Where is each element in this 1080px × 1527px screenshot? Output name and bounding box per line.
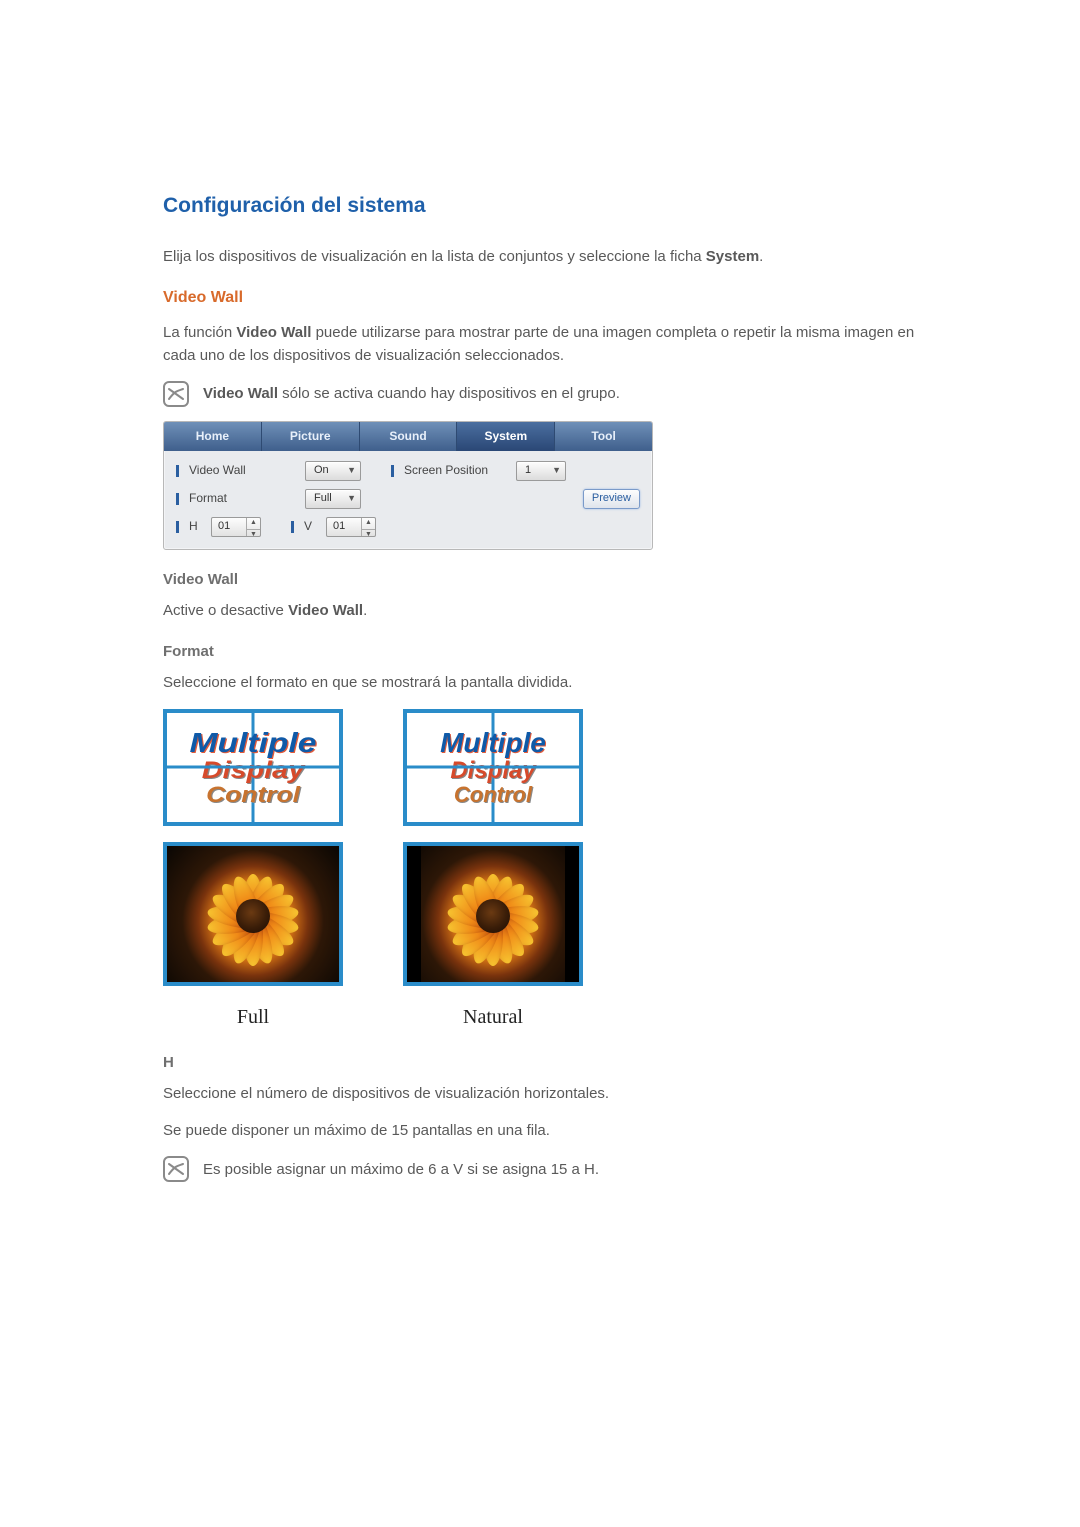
spinner-down-icon[interactable]: ▼ (362, 530, 375, 541)
system-panel-screenshot: Home Picture Sound System Tool Video Wal… (163, 421, 653, 550)
intro-text-a: Elija los dispositivos de visualización … (163, 248, 706, 265)
spinner-up-icon[interactable]: ▲ (247, 518, 260, 530)
preview-button[interactable]: Preview (583, 489, 640, 509)
page-heading: Configuración del sistema (163, 190, 920, 223)
label-screen-position: Screen Position (404, 461, 508, 480)
label-format: Format (189, 489, 297, 508)
spinner-v[interactable]: 01 ▲▼ (326, 517, 376, 537)
video-wall-description: La función Video Wall puede utilizarse p… (163, 321, 920, 368)
vw-p1-a: La función (163, 324, 236, 341)
intro-text-system: System (706, 248, 759, 265)
spinner-down-icon[interactable]: ▼ (247, 530, 260, 541)
dropdown-video-wall-value: On (314, 462, 329, 479)
subheading-format: Format (163, 640, 920, 663)
spinner-h[interactable]: 01 ▲▼ (211, 517, 261, 537)
label-h: H (189, 517, 203, 536)
tile-full-image (163, 842, 343, 986)
spinner-v-value: 01 (333, 518, 345, 535)
note1-rest: sólo se activa cuando hay dispositivos e… (278, 385, 620, 402)
tile-text-l2: Display (202, 758, 304, 783)
tab-picture[interactable]: Picture (262, 422, 360, 451)
dropdown-screen-position-value: 1 (525, 462, 531, 479)
field-marker-icon (176, 521, 179, 533)
intro-paragraph: Elija los dispositivos de visualización … (163, 245, 920, 268)
h-desc-1: Seleccione el número de dispositivos de … (163, 1082, 920, 1105)
field-marker-icon (291, 521, 294, 533)
tab-home[interactable]: Home (164, 422, 262, 451)
dropdown-video-wall[interactable]: On ▼ (305, 461, 361, 481)
tab-tool[interactable]: Tool (555, 422, 652, 451)
chevron-down-icon: ▼ (347, 464, 356, 478)
format-figure: Multiple Display Control Multiple Displa… (163, 709, 920, 1033)
tab-bar: Home Picture Sound System Tool (164, 422, 652, 451)
vw-toggle-c: . (363, 602, 367, 619)
spinner-h-value: 01 (218, 518, 230, 535)
tile-text-l3: Control (454, 783, 532, 806)
subheading-h: H (163, 1051, 920, 1074)
tile-text-l2: Display (450, 758, 535, 783)
field-marker-icon (391, 465, 394, 477)
note-icon (163, 381, 189, 407)
spinner-up-icon[interactable]: ▲ (362, 518, 375, 530)
tab-sound[interactable]: Sound (360, 422, 458, 451)
subheading-video-wall: Video Wall (163, 568, 920, 591)
chevron-down-icon: ▼ (347, 492, 356, 506)
note-h-max: Es posible asignar un máximo de 6 a V si… (163, 1156, 920, 1182)
dropdown-screen-position[interactable]: 1 ▼ (516, 461, 566, 481)
note1-bold: Video Wall (203, 385, 278, 402)
tile-natural-text: Multiple Display Control (403, 709, 583, 826)
video-wall-toggle-desc: Active o desactive Video Wall. (163, 599, 920, 622)
dropdown-format[interactable]: Full ▼ (305, 489, 361, 509)
note2-text: Es posible asignar un máximo de 6 a V si… (203, 1158, 599, 1181)
tile-text-l1: Multiple (190, 728, 317, 757)
caption-full: Full (163, 1002, 343, 1033)
chevron-down-icon: ▼ (552, 464, 561, 478)
field-marker-icon (176, 465, 179, 477)
vw-toggle-b: Video Wall (288, 602, 363, 619)
intro-text-c: . (759, 248, 763, 265)
vw-toggle-a: Active o desactive (163, 602, 288, 619)
tile-text-l3: Control (206, 783, 300, 806)
label-video-wall: Video Wall (189, 461, 297, 480)
tab-system[interactable]: System (457, 422, 555, 451)
tile-full-text: Multiple Display Control (163, 709, 343, 826)
h-desc-2: Se puede disponer un máximo de 15 pantal… (163, 1119, 920, 1142)
caption-natural: Natural (403, 1002, 583, 1033)
section-heading-video-wall: Video Wall (163, 286, 920, 311)
tile-text-l1: Multiple (440, 728, 546, 757)
tile-natural-image (403, 842, 583, 986)
format-desc: Seleccione el formato en que se mostrará… (163, 671, 920, 694)
vw-p1-b: Video Wall (236, 324, 311, 341)
dropdown-format-value: Full (314, 490, 332, 507)
note-video-wall-group: Video Wall sólo se activa cuando hay dis… (163, 381, 920, 407)
label-v: V (304, 517, 318, 536)
field-marker-icon (176, 493, 179, 505)
note-icon (163, 1156, 189, 1182)
